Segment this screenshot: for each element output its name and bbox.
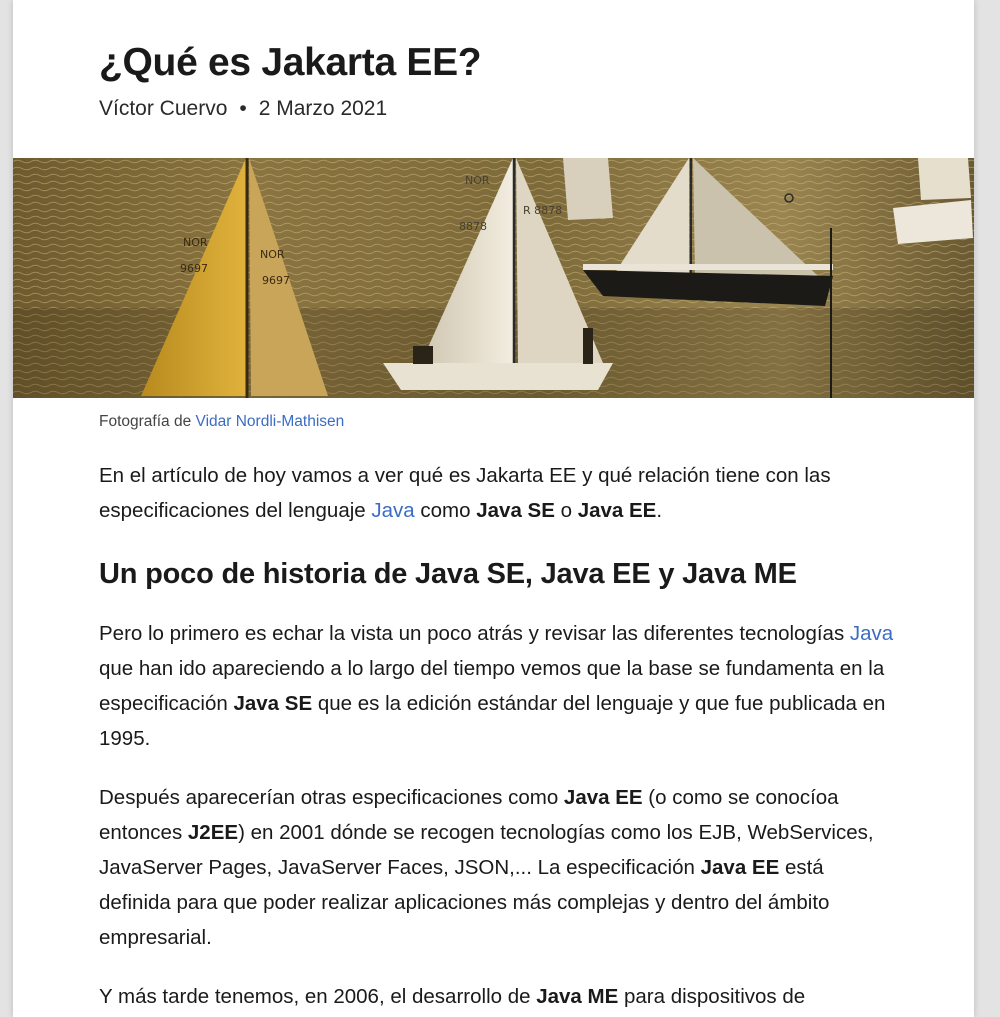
photographer-link[interactable]: Vidar Nordli-Mathisen [196,413,345,430]
java-link[interactable]: Java [850,622,893,645]
author-name[interactable]: Víctor Cuervo [99,97,227,120]
history-paragraph-3-wrapper: Y más tarde tenemos, en 2006, el desarro… [99,979,899,1014]
svg-text:R 8878: R 8878 [523,204,562,217]
publish-date: 2 Marzo 2021 [258,97,388,120]
svg-text:NOR: NOR [465,174,490,187]
hero-image: NOR 9697 NOR 9697 NOR 8878 R 8878 [13,158,974,398]
sail-number-text: NOR [183,236,208,249]
section-heading-wrapper: Un poco de historia de Java SE, Java EE … [99,556,899,592]
history-paragraph-1-wrapper: Pero lo primero es echar la vista un poc… [99,616,899,756]
article-page: ¿Qué es Jakarta EE? Víctor Cuervo • 2 Marz… [13,0,974,1017]
history-paragraph-2: Después aparecerían otras especificacion… [99,786,874,949]
image-caption: Fotografía de Vidar Nordli-Mathisen [99,413,344,431]
history-paragraph-2-wrapper: Después aparecerían otras especificacion… [99,780,899,955]
history-paragraph-3: Y más tarde tenemos, en 2006, el desarro… [99,985,806,1008]
java-link[interactable]: Java [371,499,414,522]
caption-prefix: Fotografía de [99,413,192,430]
article-title: ¿Qué es Jakarta EE? [99,41,482,84]
svg-text:NOR: NOR [260,248,285,261]
sail-number-text: 8878 [459,220,487,233]
meta-separator: • [239,97,247,120]
intro-paragraph: En el artículo de hoy vamos a ver qué es… [99,464,831,522]
section-heading: Un poco de historia de Java SE, Java EE … [99,558,797,590]
article-meta: Víctor Cuervo • 2 Marzo 2021 [99,96,387,122]
svg-text:9697: 9697 [262,274,290,287]
intro-paragraph-wrapper: En el artículo de hoy vamos a ver qué es… [99,458,899,528]
history-paragraph-1: Pero lo primero es echar la vista un poc… [99,622,894,750]
sail-number-text: 9697 [180,262,208,275]
